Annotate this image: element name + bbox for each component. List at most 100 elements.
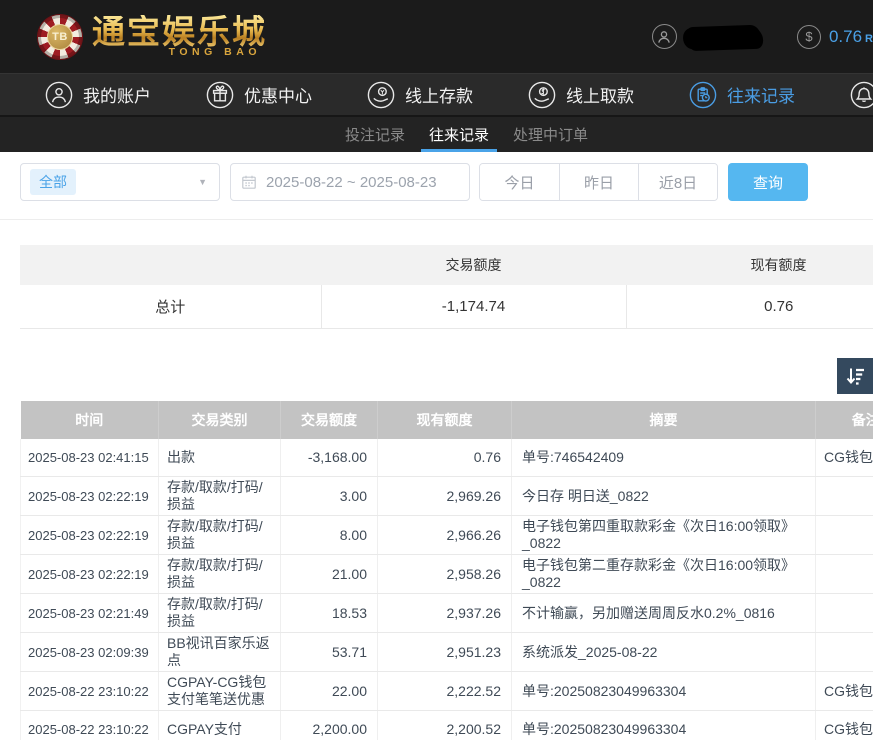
nav-item-announcements[interactable]: 信息公告	[850, 81, 873, 109]
table-cell: 出款	[159, 439, 281, 477]
sort-descending-button[interactable]	[837, 358, 873, 394]
table-row: 2025-08-23 02:21:49存款/取款/打码/损益18.532,937…	[21, 594, 873, 633]
table-cell: 2,966.26	[378, 516, 512, 555]
poker-chip-icon: TB	[38, 15, 82, 59]
table-cell	[816, 555, 873, 594]
transactions-table: 时间交易类别交易额度现有额度摘要备注 2025-08-23 02:41:15出款…	[20, 401, 873, 740]
table-cell: 2025-08-23 02:22:19	[21, 516, 159, 555]
table-cell: 2,951.23	[378, 633, 512, 672]
table-cell	[816, 594, 873, 633]
date-range-input[interactable]: 2025-08-22 ~ 2025-08-23	[230, 163, 470, 201]
summary-table: 交易额度 现有额度 总计 -1,174.74 0.76	[20, 245, 873, 329]
search-button[interactable]: 查询	[728, 163, 808, 201]
table-row: 2025-08-22 23:10:22CGPAY-CG钱包支付笔笔送优惠22.0…	[21, 672, 873, 711]
table-cell: 系统派发_2025-08-22	[512, 633, 816, 672]
site-title: 通宝娱乐城	[92, 15, 267, 48]
table-cell: 2,958.26	[378, 555, 512, 594]
transactions-header-row: 时间交易类别交易额度现有额度摘要备注	[21, 401, 873, 439]
record-subtabs: 投注记录 往来记录 处理中订单	[0, 115, 873, 152]
bell-icon	[850, 81, 873, 109]
table-cell: 2025-08-23 02:22:19	[21, 555, 159, 594]
nav-item-my-account[interactable]: 我的账户	[45, 81, 151, 109]
summary-total-label: 总计	[20, 285, 321, 328]
sort-descending-icon	[843, 364, 867, 388]
table-cell: 2025-08-23 02:09:39	[21, 633, 159, 672]
summary-transaction-amount: -1,174.74	[321, 285, 626, 328]
table-cell: CG钱包	[816, 672, 873, 711]
table-cell: 2,937.26	[378, 594, 512, 633]
table-cell: -3,168.00	[281, 439, 378, 477]
redacted-username	[685, 25, 762, 49]
header-account-area: $ 0.76R	[652, 24, 873, 49]
table-cell	[816, 477, 873, 516]
column-header: 备注	[816, 401, 873, 439]
table-cell: 2025-08-22 23:10:22	[21, 672, 159, 711]
date-range-value: 2025-08-22 ~ 2025-08-23	[266, 174, 437, 191]
summary-header-balance: 现有额度	[626, 245, 873, 285]
records-icon	[689, 81, 717, 109]
logo-text: 通宝娱乐城 TONG BAO	[92, 15, 267, 58]
table-cell: 2,969.26	[378, 477, 512, 516]
table-cell: 存款/取款/打码/损益	[159, 477, 281, 516]
table-cell: 8.00	[281, 516, 378, 555]
table-cell: BB视讯百家乐返点	[159, 633, 281, 672]
summary-header-transaction: 交易额度	[321, 245, 626, 285]
nav-item-transaction-records[interactable]: 往来记录	[689, 81, 795, 109]
type-select[interactable]: 全部 ▼	[20, 163, 220, 201]
table-cell: 存款/取款/打码/损益	[159, 555, 281, 594]
table-cell: 2,200.52	[378, 711, 512, 740]
table-cell: 单号:20250823049963304	[512, 711, 816, 740]
main-navbar: 我的账户 优惠中心 线上存款 线上取款 往来记录	[0, 73, 873, 115]
tab-betting-records[interactable]: 投注记录	[333, 117, 417, 152]
balance-group[interactable]: $ 0.76R	[797, 25, 873, 49]
quick-date-buttons: 今日 昨日 近8日	[479, 163, 718, 201]
column-header: 交易额度	[281, 401, 378, 439]
table-cell: 18.53	[281, 594, 378, 633]
nav-item-deposit[interactable]: 线上存款	[367, 81, 473, 109]
summary-header-row: 交易额度 现有额度	[20, 245, 873, 285]
yesterday-button[interactable]: 昨日	[559, 164, 638, 200]
table-cell: 单号:746542409	[512, 439, 816, 477]
table-cell: 2025-08-23 02:22:19	[21, 477, 159, 516]
chevron-down-icon: ▼	[198, 177, 207, 187]
site-logo[interactable]: TB 通宝娱乐城 TONG BAO	[38, 15, 267, 59]
tab-transaction-records[interactable]: 往来记录	[417, 117, 501, 152]
column-header: 时间	[21, 401, 159, 439]
filter-row: 全部 ▼ 2025-08-22 ~ 2025-08-23 今日 昨日 近8日 查…	[20, 163, 873, 201]
table-cell: 2025-08-23 02:21:49	[21, 594, 159, 633]
nav-item-promotions[interactable]: 优惠中心	[206, 81, 312, 109]
page-content: 全部 ▼ 2025-08-22 ~ 2025-08-23 今日 昨日 近8日 查…	[0, 163, 873, 740]
table-cell: 2025-08-22 23:10:22	[21, 711, 159, 740]
table-cell: 存款/取款/打码/损益	[159, 594, 281, 633]
table-cell: 2025-08-23 02:41:15	[21, 439, 159, 477]
today-button[interactable]: 今日	[480, 164, 559, 200]
summary-current-balance: 0.76	[626, 285, 873, 328]
column-header: 交易类别	[159, 401, 281, 439]
last-8-days-button[interactable]: 近8日	[638, 164, 717, 200]
column-header: 摘要	[512, 401, 816, 439]
top-header: TB 通宝娱乐城 TONG BAO $ 0.76R	[0, 0, 873, 73]
balance-amount: 0.76R	[829, 27, 873, 47]
summary-total-row: 总计 -1,174.74 0.76	[20, 285, 873, 328]
nav-item-withdraw[interactable]: 线上取款	[528, 81, 634, 109]
table-cell: 0.76	[378, 439, 512, 477]
deposit-icon	[367, 81, 395, 109]
table-cell: CG钱包	[816, 711, 873, 740]
table-cell	[816, 633, 873, 672]
section-divider	[0, 219, 873, 220]
table-cell: 53.71	[281, 633, 378, 672]
type-select-value: 全部	[30, 169, 76, 195]
table-cell: 今日存 明日送_0822	[512, 477, 816, 516]
dollar-icon: $	[797, 25, 821, 49]
table-cell: CG钱包-24	[816, 439, 873, 477]
table-cell: 电子钱包第四重取款彩金《次日16:00领取》_0822	[512, 516, 816, 555]
withdraw-icon	[528, 81, 556, 109]
calendar-icon	[241, 174, 257, 190]
table-row: 2025-08-23 02:09:39BB视讯百家乐返点53.712,951.2…	[21, 633, 873, 672]
user-avatar-icon	[652, 24, 677, 49]
column-header: 现有额度	[378, 401, 512, 439]
table-row: 2025-08-23 02:22:19存款/取款/打码/损益3.002,969.…	[21, 477, 873, 516]
tab-pending-orders[interactable]: 处理中订单	[501, 117, 600, 152]
table-cell: 3.00	[281, 477, 378, 516]
table-cell: 2,200.00	[281, 711, 378, 740]
